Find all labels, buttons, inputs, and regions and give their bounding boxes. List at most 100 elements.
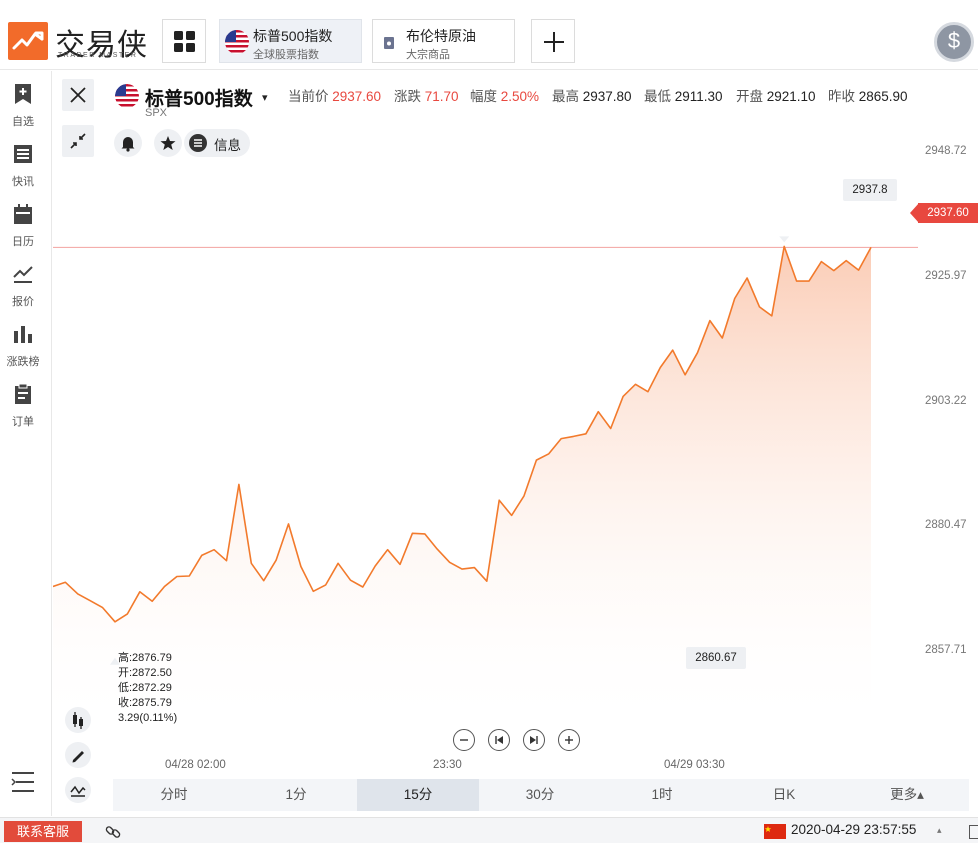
scroll-end-button[interactable]: [523, 729, 545, 751]
grid-menu-button[interactable]: [162, 19, 206, 63]
ohlc-low: 低:2872.29: [118, 682, 172, 694]
max-price-label: 2937.8: [843, 179, 897, 201]
quote-change: 涨跌 71.70: [394, 85, 459, 105]
status-bar: 联系客服 2020-04-29 23:57:55 ▴: [0, 817, 978, 843]
sidebar-item-label: 订单: [12, 416, 34, 428]
ohlc-readout: 高:2876.79 开:2872.50 低:2872.29 收:2875.79 …: [118, 651, 177, 726]
quote-key: 当前价: [288, 89, 329, 104]
close-icon: [70, 87, 86, 103]
dollar-account-button[interactable]: $: [934, 22, 974, 62]
quote-low: 最低 2911.30: [644, 85, 723, 105]
quote-value: 2921.10: [766, 89, 816, 104]
quote-key: 涨跌: [394, 89, 421, 104]
close-button[interactable]: [62, 79, 94, 111]
sidebar-item-news[interactable]: 快讯: [0, 143, 52, 199]
quote-key: 最低: [644, 89, 671, 104]
tab-subtitle: 全球股票指数: [253, 49, 319, 61]
sidebar-item-calendar[interactable]: 日历: [0, 203, 52, 259]
quote-open: 开盘 2921.10: [736, 85, 816, 105]
y-tick-label: 2903.22: [925, 395, 967, 407]
pencil-icon: [72, 751, 84, 763]
caret-up-icon[interactable]: ▴: [937, 825, 942, 836]
sidebar-item-label: 快讯: [12, 176, 34, 188]
x-tick-label: 04/29 03:30: [664, 759, 725, 771]
price-tag-pointer: [910, 203, 919, 223]
add-tab-button[interactable]: [531, 19, 575, 63]
china-flag-icon: [764, 824, 786, 839]
sidebar-item-label: 自选: [12, 116, 34, 128]
panel-toggle-icon[interactable]: [969, 825, 978, 839]
quote-value: 2865.90: [858, 89, 908, 104]
sidebar-item-watchlist[interactable]: 自选: [0, 83, 52, 139]
period-15min[interactable]: 15分: [357, 779, 479, 811]
plus-icon: [565, 736, 573, 744]
connection-link-icon[interactable]: [104, 823, 122, 841]
quote-value: 2937.60: [332, 89, 382, 104]
y-tick-label: 2880.47: [925, 519, 967, 531]
period-1hour[interactable]: 1时: [601, 779, 723, 811]
scroll-start-button[interactable]: [488, 729, 510, 751]
ohlc-high: 高:2876.79: [118, 652, 172, 664]
instrument-code: SPX: [145, 107, 168, 119]
quote-prev-close: 昨收 2865.90: [828, 85, 908, 105]
ohlc-close: 收:2875.79: [118, 697, 172, 709]
logo-icon: [8, 22, 48, 60]
dollar-icon: $: [947, 28, 961, 53]
quote-value: 2937.80: [582, 89, 632, 104]
max-marker: [779, 236, 790, 243]
sidebar-item-quotes[interactable]: 报价: [0, 263, 52, 319]
news-list-icon: [14, 145, 32, 163]
sidebar-item-label: 涨跌榜: [6, 356, 40, 368]
sidebar-item-label: 报价: [12, 296, 34, 308]
draw-tool-button[interactable]: [65, 742, 91, 768]
candlestick-icon: [73, 712, 83, 729]
calendar-icon: [14, 204, 32, 224]
sidebar-item-label: 日历: [12, 236, 34, 248]
tab-brent-oil[interactable]: 布伦特原油 大宗商品: [372, 19, 515, 63]
tab-sp500[interactable]: 标普500指数 全球股票指数: [219, 19, 362, 63]
skip-forward-icon: [530, 736, 538, 744]
commodity-icon: [384, 37, 394, 49]
period-timeshare[interactable]: 分时: [113, 779, 235, 811]
skip-back-icon: [495, 736, 503, 744]
menu-collapse-icon[interactable]: [10, 769, 36, 795]
period-more[interactable]: 更多▴: [845, 779, 969, 811]
x-tick-label: 23:30: [433, 759, 462, 771]
quote-key: 昨收: [828, 89, 855, 104]
y-tick-label: 2857.71: [925, 644, 967, 656]
x-tick-label: 04/28 02:00: [165, 759, 226, 771]
zoom-out-button[interactable]: [453, 729, 475, 751]
quote-key: 幅度: [470, 89, 497, 104]
quote-line-icon: [13, 266, 33, 283]
y-tick-label: 2925.97: [925, 270, 967, 282]
quote-key: 最高: [552, 89, 579, 104]
clipboard-icon: [15, 383, 31, 404]
contact-service-button[interactable]: 联系客服: [4, 821, 82, 842]
bookmark-plus-icon: [15, 84, 31, 104]
sidebar-item-ranking[interactable]: 涨跌榜: [0, 323, 52, 379]
y-tick-label: 2948.72: [925, 145, 967, 157]
bar-ranking-icon: [14, 326, 32, 343]
us-flag-icon: [115, 84, 139, 108]
minus-icon: [460, 739, 468, 741]
period-selector: 分时 1分 15分 30分 1时 日K 更多▴: [113, 779, 969, 811]
quote-key: 开盘: [736, 89, 763, 104]
zoom-in-button[interactable]: [558, 729, 580, 751]
quote-value: 2.50%: [500, 89, 540, 104]
quote-current-price: 当前价 2937.60: [288, 85, 381, 105]
price-chart[interactable]: [53, 140, 978, 780]
candle-type-button[interactable]: [65, 707, 91, 733]
ohlc-change: 3.29(0.11%): [118, 712, 178, 724]
period-30min[interactable]: 30分: [479, 779, 601, 811]
indicator-button[interactable]: [65, 777, 91, 803]
quote-high: 最高 2937.80: [552, 85, 632, 105]
sidebar-item-orders[interactable]: 订单: [0, 383, 52, 439]
min-price-label: 2860.67: [686, 647, 746, 669]
period-1min[interactable]: 1分: [235, 779, 357, 811]
ohlc-open: 开:2872.50: [118, 667, 172, 679]
indicator-wave-icon: [70, 785, 86, 797]
period-daily[interactable]: 日K: [723, 779, 845, 811]
grid-icon: [174, 31, 195, 52]
chevron-down-icon[interactable]: ▾: [262, 91, 268, 104]
us-flag-icon: [225, 30, 249, 54]
